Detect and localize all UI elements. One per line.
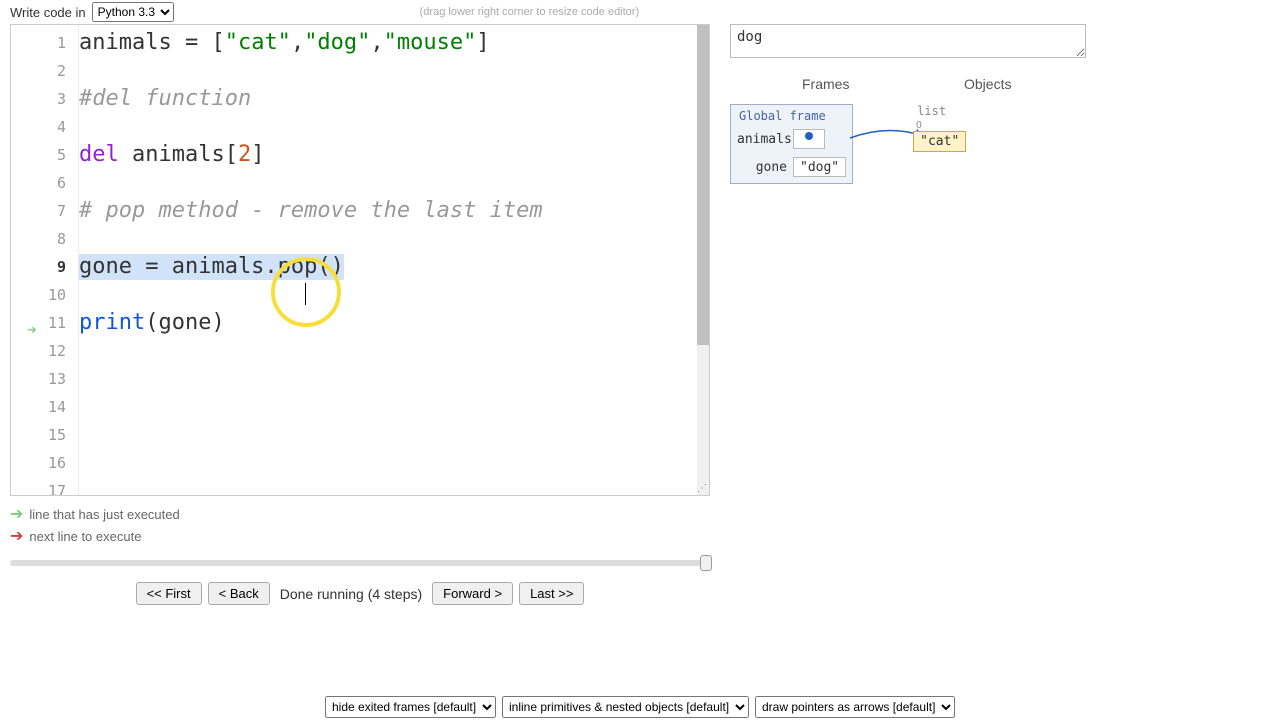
line-gutter: 1234567891011➔121314151617 (11, 25, 79, 495)
line-number: 5 (11, 141, 78, 169)
option-inline-primitives[interactable]: inline primitives & nested objects [defa… (502, 696, 749, 718)
legend-just-executed: line that has just executed (29, 507, 179, 522)
code-line[interactable] (79, 57, 709, 85)
code-line[interactable]: #del function (79, 85, 709, 113)
code-line[interactable]: # pop method - remove the last item (79, 197, 709, 225)
list-index-0: 0 (913, 120, 966, 131)
var-animals-ref (793, 129, 825, 149)
code-line[interactable] (79, 225, 709, 253)
line-number: 6 (11, 169, 78, 197)
line-number: 2 (11, 57, 78, 85)
line-number: 9 (11, 253, 78, 281)
step-slider[interactable] (10, 560, 706, 566)
line-number: 12 (11, 337, 78, 365)
last-button[interactable]: Last >> (519, 582, 584, 605)
list-type-label: list (917, 104, 966, 118)
first-button[interactable]: << First (136, 582, 202, 605)
code-line[interactable] (79, 113, 709, 141)
code-line[interactable]: animals = ["cat","dog","mouse"] (79, 29, 709, 57)
language-select[interactable]: Python 3.3 (92, 2, 174, 22)
arrow-next-line-icon: ➔ (10, 526, 23, 546)
line-number: 14 (11, 393, 78, 421)
code-line[interactable] (79, 449, 709, 477)
var-animals-label: animals (737, 132, 793, 147)
code-line[interactable]: gone = animals.pop() (79, 253, 709, 281)
line-number: 11➔ (11, 309, 78, 337)
code-line[interactable] (79, 365, 709, 393)
write-code-label: Write code in (10, 5, 86, 20)
code-line[interactable] (79, 421, 709, 449)
var-gone-value: "dog" (793, 157, 846, 177)
code-line[interactable] (79, 393, 709, 421)
text-cursor (305, 283, 306, 305)
frames-header: Frames (802, 76, 922, 92)
line-number: 7 (11, 197, 78, 225)
code-line[interactable] (79, 281, 709, 309)
line-number: 4 (11, 113, 78, 141)
program-output[interactable]: dog (730, 24, 1086, 58)
code-area[interactable]: animals = ["cat","dog","mouse"] #del func… (79, 25, 709, 495)
line-number: 16 (11, 449, 78, 477)
arrow-just-executed-icon: ➔ (10, 504, 23, 524)
var-gone-label: gone (737, 160, 793, 175)
code-editor[interactable]: 1234567891011➔121314151617 animals = ["c… (10, 24, 710, 496)
code-line[interactable] (79, 477, 709, 496)
global-frame-title: Global frame (731, 105, 852, 127)
line-number: 13 (11, 365, 78, 393)
code-line[interactable] (79, 169, 709, 197)
option-exited-frames[interactable]: hide exited frames [default] (325, 696, 496, 718)
global-frame: Global frame animals gone "dog" (730, 104, 853, 184)
run-status: Done running (4 steps) (276, 586, 426, 602)
line-number: 1 (11, 29, 78, 57)
legend-next-line: next line to execute (29, 529, 141, 544)
line-number: 10 (11, 281, 78, 309)
line-number: 15 (11, 421, 78, 449)
list-object: 0 "cat" (913, 120, 966, 152)
legend: ➔ line that has just executed ➔ next line … (10, 504, 710, 546)
objects-header: Objects (964, 76, 1011, 92)
pointer-dot-icon (805, 132, 813, 140)
line-number: 8 (11, 225, 78, 253)
option-draw-pointers[interactable]: draw pointers as arrows [default] (755, 696, 955, 718)
forward-button[interactable]: Forward > (432, 582, 513, 605)
code-line[interactable] (79, 337, 709, 365)
back-button[interactable]: < Back (208, 582, 270, 605)
line-number: 17 (11, 477, 78, 496)
objects-area: list 0 "cat" (913, 104, 966, 184)
resize-hint: (drag lower right corner to resize code … (420, 6, 639, 18)
code-line[interactable]: del animals[2] (79, 141, 709, 169)
code-line[interactable]: print(gone) (79, 309, 709, 337)
line-number: 3 (11, 85, 78, 113)
list-cell-0: "cat" (913, 131, 966, 152)
slider-thumb[interactable] (700, 555, 712, 571)
